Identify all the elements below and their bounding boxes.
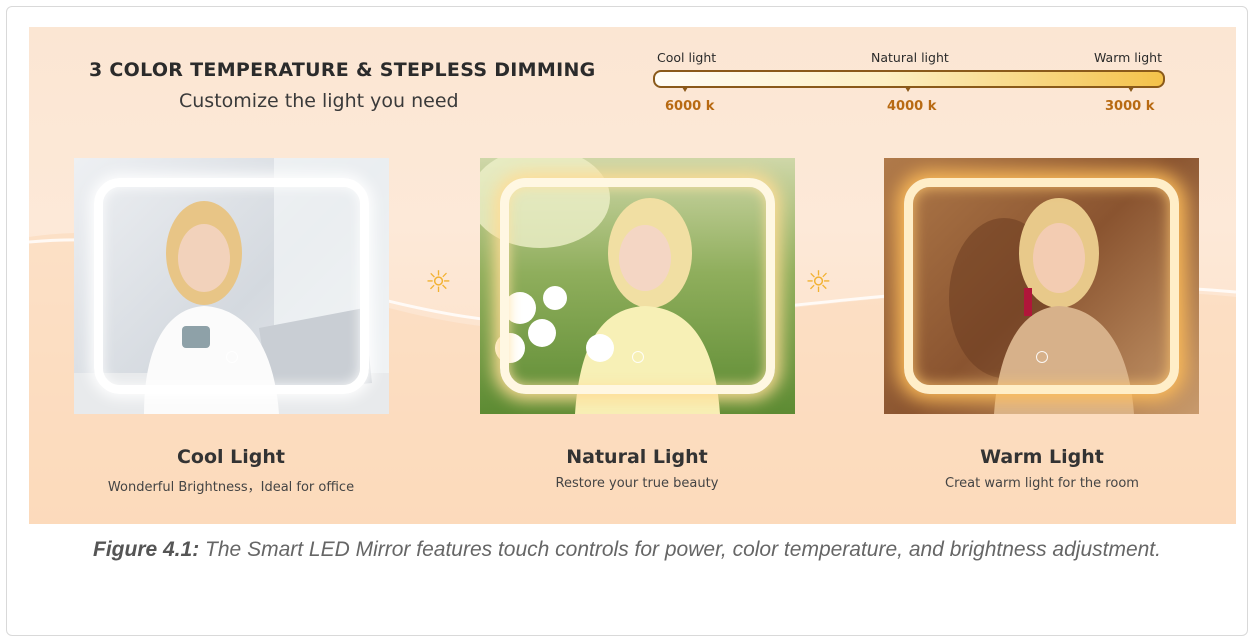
scale-value-natural: 4000 k: [887, 99, 937, 114]
panel-subtitle-cool: Wonderful Brightness，Ideal for office: [107, 480, 355, 495]
figure-caption: Figure 4.1: The Smart LED Mirror feature…: [60, 533, 1194, 567]
scale-value-warm: 3000 k: [1105, 99, 1155, 114]
product-banner: 3 COLOR TEMPERATURE & STEPLESS DIMMING C…: [29, 27, 1236, 524]
sun-icon: ☼: [425, 265, 452, 300]
touch-sensor-icon: [632, 351, 644, 363]
panel-subtitle-warm: Creat warm light for the room: [945, 476, 1139, 491]
figure-caption-text: The Smart LED Mirror features touch cont…: [205, 538, 1161, 561]
scale-label-cool: Cool light: [657, 50, 717, 65]
color-temperature-scale: [653, 70, 1165, 88]
warm-light-photo: [884, 158, 1199, 414]
scale-tick-cool: [682, 87, 688, 92]
scale-label-natural: Natural light: [871, 50, 949, 65]
panel-title-natural: Natural Light: [566, 446, 708, 468]
touch-sensor-icon: [226, 351, 238, 363]
panel-title-cool: Cool Light: [176, 446, 285, 468]
scale-tick-warm: [1128, 87, 1134, 92]
touch-sensor-icon: [1036, 351, 1048, 363]
scale-tick-natural: [905, 87, 911, 92]
cool-light-photo: [74, 158, 389, 414]
panel-title-warm: Warm Light: [980, 446, 1104, 468]
figure-label: Figure 4.1:: [93, 538, 200, 561]
panel-subtitle-natural: Restore your true beauty: [555, 476, 719, 491]
scale-value-cool: 6000 k: [665, 99, 715, 114]
banner-headline: 3 COLOR TEMPERATURE & STEPLESS DIMMING: [89, 59, 596, 81]
sun-icon: ☼: [805, 265, 832, 300]
banner-subline: Customize the light you need: [179, 90, 459, 112]
scale-label-warm: Warm light: [1094, 50, 1162, 65]
natural-light-photo: [480, 158, 795, 414]
